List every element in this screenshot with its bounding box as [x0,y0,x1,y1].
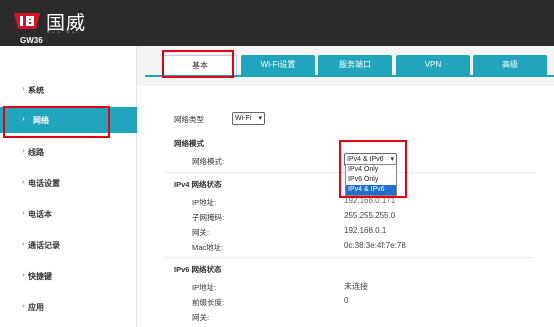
ipv6-ip-value: 未连接 [344,282,368,291]
sidebar-item-label: 通话记录 [28,241,60,250]
ipv4-gateway-label: 网关: [192,228,210,237]
sidebar-item-label: 电话设置 [28,179,60,188]
sidebar-item-shortcut-keys[interactable]: › 快捷键 [0,265,137,287]
option-ipv6-only[interactable]: IPv6 Only [346,175,396,185]
mac-address-label: Mac地址: [192,243,224,252]
tab-wifi-settings[interactable]: Wi-Fi设置 [241,55,315,75]
chevron-right-icon: › [22,114,25,123]
ipv6-gateway-label: 网关: [192,313,210,322]
sidebar-item-line[interactable]: › 线路 [0,141,137,163]
chevron-right-icon: › [22,208,25,217]
chevron-right-icon: › [22,301,25,310]
chevron-right-icon: › [22,146,25,155]
brand-logo-icon [14,13,40,29]
ipv4-gateway-value: 192.168.0.1 [344,226,387,235]
ipv4-mask-value: 255.255.255.0 [344,211,396,220]
ipv6-prefix-value: 0 [344,296,349,305]
sidebar-item-label: 电话本 [28,210,52,219]
network-type-value: Wi-Fi [235,115,252,122]
network-mode-dropdown: IPv4 Only IPv6 Only IPv4 & IPv6 [345,164,397,196]
option-ipv4-only[interactable]: IPv4 Only [346,165,396,175]
sidebar: › 系统 › 网络 › 线路 › 电话设置 › 电话本 › 通话记录 › 快捷键… [0,46,137,327]
network-type-select[interactable]: Wi-Fi ▾ [232,112,265,125]
divider [164,257,534,258]
tab-bar: 基本 Wi-Fi设置 服务端口 VPN 高级 [137,46,554,86]
ipv4-status-section: IPv4 网络状态 [174,180,222,189]
ipv6-ip-label: IP地址: [192,283,217,292]
ipv6-status-section: IPv6 网络状态 [174,265,222,274]
chevron-right-icon: › [22,177,25,186]
network-mode-label: 网络模式: [192,157,225,166]
sidebar-item-label: 网络 [33,116,49,125]
network-mode-value: IPv4 & IPv6 [347,156,384,163]
sidebar-item-label: 快捷键 [28,272,52,281]
ipv6-prefix-label: 前缀长度: [192,298,225,307]
brand-subtitle: GUO WEI [47,30,82,34]
sidebar-item-apps[interactable]: › 应用 [0,296,137,318]
sidebar-item-call-log[interactable]: › 通话记录 [0,234,137,256]
network-type-label: 网络类型 [174,115,204,124]
ipv4-ip-value: 192.168.0.171 [344,196,396,205]
sidebar-item-label: 系统 [28,86,44,95]
sidebar-item-network[interactable]: › 网络 [0,107,137,133]
chevron-right-icon: › [22,270,25,279]
sidebar-item-phonebook[interactable]: › 电话本 [0,203,137,225]
network-mode-section: 网络模式 [174,139,204,148]
mac-address-value: 0c:38:3e:4f:7e:78 [344,241,406,250]
app-root: 国威 GUO WEI GW36 › 系统 › 网络 › 线路 › 电话设置 › … [0,0,554,327]
tab-basic[interactable]: 基本 [163,55,237,75]
ipv4-mask-label: 子网掩码: [192,213,225,222]
tab-service-ports[interactable]: 服务端口 [318,55,392,75]
tab-advanced[interactable]: 高级 [473,55,547,75]
option-ipv4-ipv6[interactable]: IPv4 & IPv6 [346,185,396,195]
sidebar-item-system[interactable]: › 系统 [0,79,137,101]
chevron-right-icon: › [22,239,25,248]
tab-divider [145,75,554,77]
tab-vpn[interactable]: VPN [396,55,470,75]
ipv4-ip-label: IP地址: [192,198,217,207]
header-bar: 国威 GUO WEI GW36 [0,0,554,46]
sidebar-item-label: 应用 [28,303,44,312]
sidebar-item-label: 线路 [28,148,44,157]
chevron-right-icon: › [22,84,25,93]
device-model: GW36 [20,36,43,45]
sidebar-item-phone-settings[interactable]: › 电话设置 [0,172,137,194]
chevron-down-icon: ▾ [258,115,262,122]
